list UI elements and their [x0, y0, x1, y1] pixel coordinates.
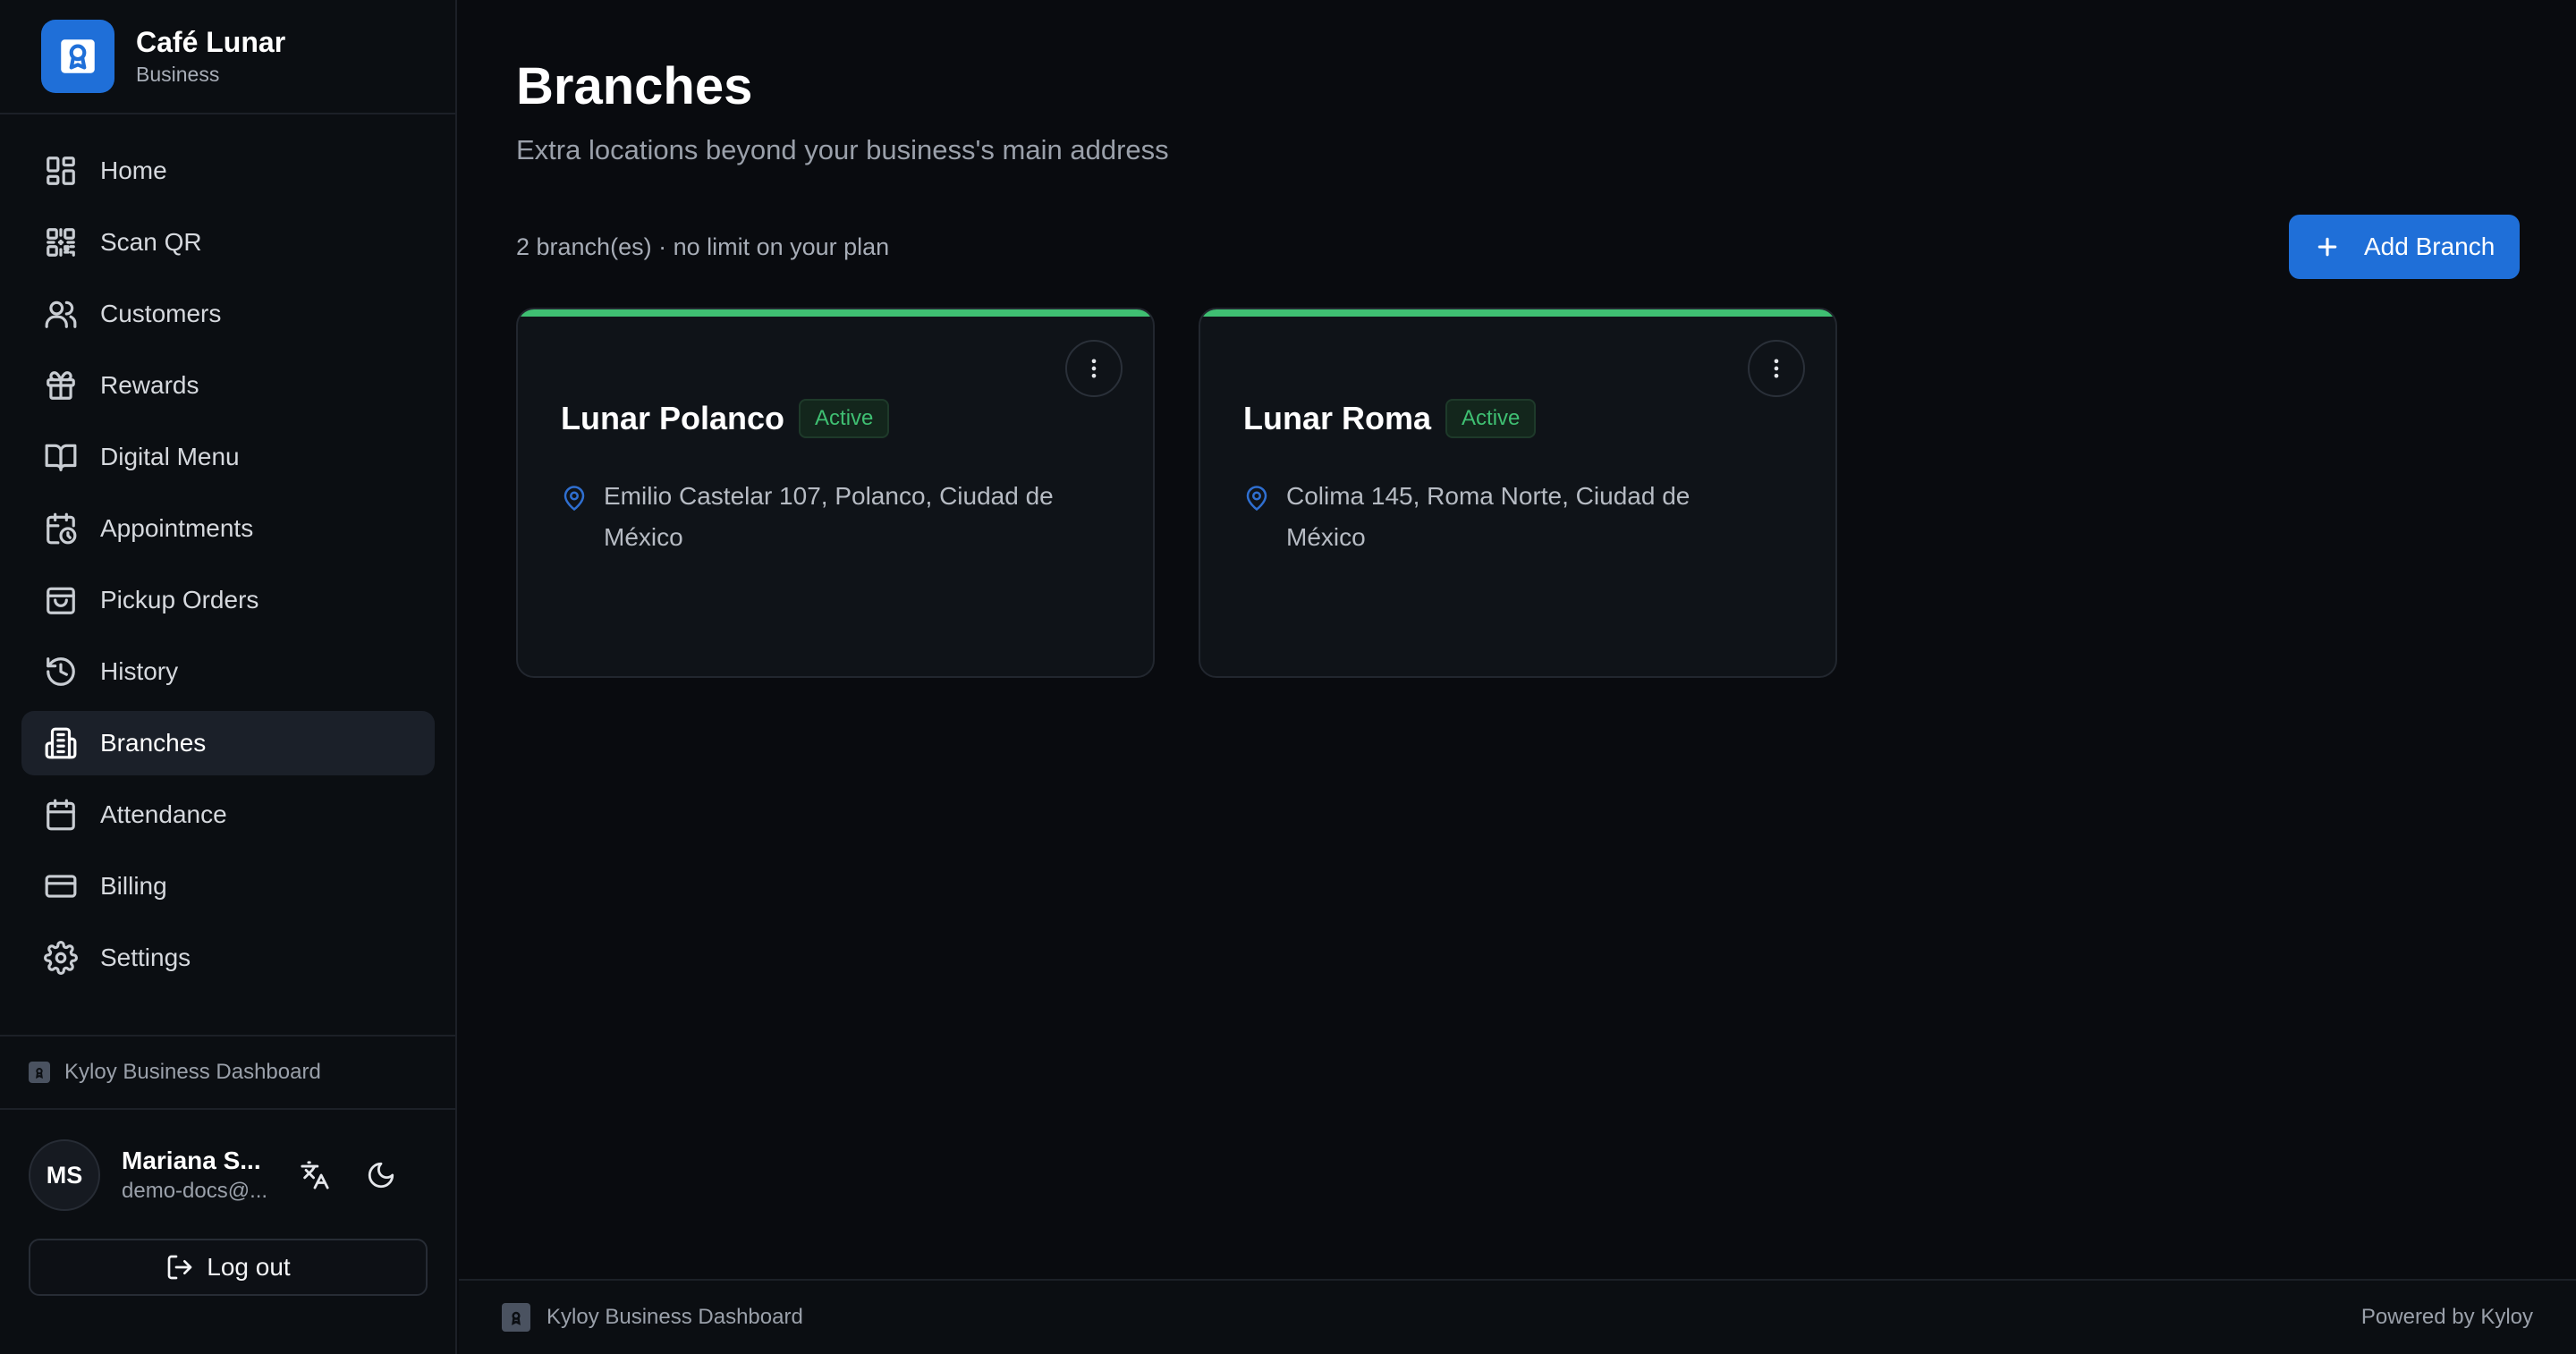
branch-menu-button[interactable] [1065, 340, 1123, 397]
sidebar-footer-brand: Kyloy Business Dashboard [0, 1035, 455, 1110]
brand-subtitle: Business [136, 63, 220, 86]
sidebar-item-billing[interactable]: Billing [21, 854, 435, 918]
logout-icon [167, 1255, 192, 1280]
sidebar-item-label: Rewards [100, 371, 199, 399]
sidebar-item-label: Branches [100, 729, 207, 757]
branch-card[interactable]: Lunar Polanco Active Emilio Castelar 107… [516, 308, 1155, 678]
branch-name: Lunar Roma [1243, 400, 1432, 436]
page-footer: Kyloy Business Dashboard Powered by Kylo… [459, 1279, 2576, 1354]
building-icon [43, 725, 79, 761]
award-icon [61, 39, 95, 73]
sidebar-item-label: Attendance [100, 800, 227, 828]
sidebar-item-digital-menu[interactable]: Digital Menu [21, 425, 435, 489]
sidebar-item-customers[interactable]: Customers [21, 282, 435, 346]
grid-icon [43, 153, 79, 189]
branch-menu-button[interactable] [1748, 340, 1805, 397]
branch-card[interactable]: Lunar Roma Active Colima 145, Roma Norte… [1199, 308, 1837, 678]
sidebar-item-label: Home [100, 157, 167, 184]
add-branch-button[interactable]: Add Branch [2289, 215, 2520, 279]
logout-button[interactable]: Log out [29, 1239, 428, 1296]
users-icon [43, 296, 79, 332]
add-branch-label: Add Branch [2364, 233, 2496, 260]
language-button[interactable] [290, 1150, 340, 1200]
branch-address: Emilio Castelar 107, Polanco, Ciudad de … [604, 482, 1054, 551]
more-vertical-icon [1774, 359, 1779, 378]
sidebar-item-label: History [100, 657, 179, 685]
sidebar-item-home[interactable]: Home [21, 139, 435, 203]
avatar[interactable]: MS [29, 1139, 100, 1211]
sidebar-item-rewards[interactable]: Rewards [21, 353, 435, 418]
gift-icon [43, 368, 79, 403]
brand-logo [41, 20, 114, 93]
brand-header[interactable]: Café Lunar Business [0, 0, 455, 114]
sidebar-item-label: Scan QR [100, 228, 202, 256]
sidebar-item-branches[interactable]: Branches [21, 711, 435, 775]
award-icon [29, 1062, 50, 1083]
book-icon [43, 439, 79, 475]
sidebar-item-label: Pickup Orders [100, 586, 259, 614]
gear-icon [43, 940, 79, 976]
user-name: Mariana S... [122, 1147, 261, 1174]
user-email: demo-docs@... [122, 1179, 268, 1203]
status-badge: Active [1445, 399, 1537, 438]
sidebar-item-label: Customers [100, 300, 222, 327]
branch-name: Lunar Polanco [561, 400, 785, 436]
map-pin-icon [1243, 485, 1272, 513]
sidebar-item-pickup-orders[interactable]: Pickup Orders [21, 568, 435, 632]
sidebar-item-label: Settings [100, 944, 191, 971]
sidebar-footer-label: Kyloy Business Dashboard [64, 1060, 321, 1084]
footer-brand-label: Kyloy Business Dashboard [547, 1305, 803, 1329]
moon-icon [368, 1162, 394, 1189]
history-icon [43, 654, 79, 690]
award-icon [502, 1303, 530, 1332]
page-title: Branches [516, 57, 753, 115]
calendar-icon [43, 797, 79, 833]
more-vertical-icon [1091, 359, 1097, 378]
sidebar-item-label: Digital Menu [100, 443, 240, 470]
brand-name: Café Lunar [136, 26, 286, 58]
sidebar-nav: Home Scan QR Customers Rewards Digital M… [21, 139, 435, 997]
branch-address: Colima 145, Roma Norte, Ciudad de México [1286, 482, 1690, 551]
calendar-clock-icon [43, 511, 79, 546]
status-badge: Active [799, 399, 890, 438]
theme-toggle-button[interactable] [356, 1150, 406, 1200]
credit-card-icon [43, 868, 79, 904]
sidebar-item-attendance[interactable]: Attendance [21, 783, 435, 847]
plus-icon [2318, 237, 2337, 257]
branch-count: 2 branch(es) · no limit on your plan [516, 233, 890, 260]
sidebar-item-label: Billing [100, 872, 167, 900]
shopping-bag-icon [43, 582, 79, 618]
page-subtitle: Extra locations beyond your business's m… [516, 134, 1169, 165]
translate-icon [301, 1161, 329, 1189]
powered-by-link[interactable]: Powered by Kyloy [2361, 1305, 2533, 1330]
logout-label: Log out [207, 1253, 291, 1281]
main-content: Branches Extra locations beyond your bus… [459, 0, 2576, 1354]
qr-icon [43, 224, 79, 260]
sidebar-item-settings[interactable]: Settings [21, 926, 435, 990]
user-panel: MS Mariana S... demo-docs@... [29, 1138, 431, 1213]
sidebar-item-label: Appointments [100, 514, 254, 542]
sidebar-item-appointments[interactable]: Appointments [21, 496, 435, 561]
map-pin-icon [561, 485, 589, 513]
sidebar-item-history[interactable]: History [21, 639, 435, 704]
sidebar-item-scan-qr[interactable]: Scan QR [21, 210, 435, 275]
sidebar: Café Lunar Business Home Scan QR Custome… [0, 0, 457, 1354]
